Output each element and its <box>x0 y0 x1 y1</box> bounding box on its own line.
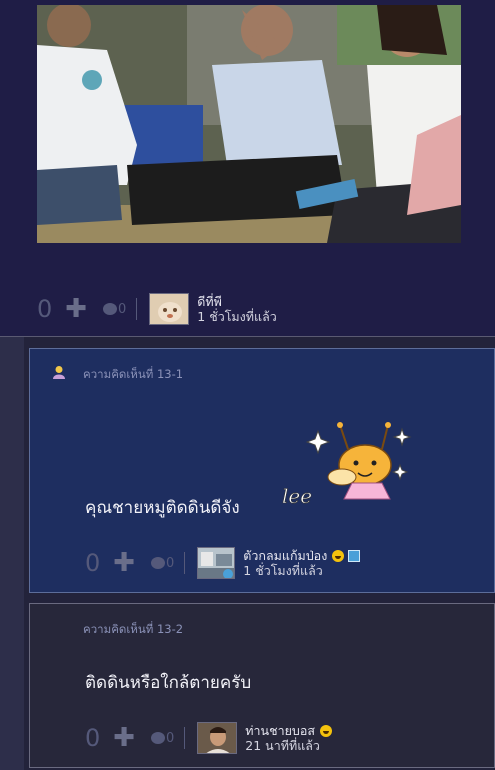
comment-label: ความคิดเห็นที่ 13-1 <box>83 367 184 381</box>
author-name[interactable]: ท่านชายบอส <box>245 723 315 738</box>
like-count: 0 <box>85 724 101 752</box>
plus-icon[interactable]: ✚ <box>111 723 137 753</box>
smiley-emoji-icon <box>319 724 332 737</box>
comment-footer: 0 ✚ 0 ท่านชายบอส 21 นาทีที่แล้ว <box>85 720 332 756</box>
time-ago: 1 ชั่วโมงที่แล้ว <box>243 563 323 578</box>
comment-text: คุณชายหมูติดดินดีจัง <box>85 498 240 518</box>
sticker-image: lee <box>270 417 420 517</box>
badge-icon <box>348 549 361 562</box>
comment-card: ความคิดเห็นที่ 13-1 คุณชายหมูติดดินดีจัง… <box>29 348 495 593</box>
avatar[interactable] <box>149 293 190 325</box>
left-gutter <box>0 337 24 770</box>
comment-footer: 0 ✚ 0 ตัวกลมแก้มป่อง 1 ชั่วโมงที่แล้ว <box>85 545 361 581</box>
like-count: 0 <box>85 549 101 577</box>
emotion-icon <box>103 303 117 315</box>
emotion-count: 0 <box>118 301 127 317</box>
emotion-icon <box>151 732 165 744</box>
member-icon <box>52 364 66 379</box>
sticker-text: lee <box>282 484 312 508</box>
emotion-count: 0 <box>166 555 175 571</box>
plus-icon[interactable]: ✚ <box>111 548 137 578</box>
plus-icon[interactable]: ✚ <box>63 294 89 324</box>
divider <box>136 298 138 320</box>
divider <box>184 552 186 574</box>
post-footer: 0 ✚ 0 ดีที่พี 1 ชั่วโมงที่แล้ว <box>37 291 277 327</box>
emotion-icon <box>151 557 165 569</box>
emotion-button[interactable]: 0 <box>103 302 126 317</box>
photo-illustration <box>37 5 461 243</box>
divider <box>184 727 186 749</box>
post-photo[interactable] <box>37 5 461 243</box>
avatar[interactable] <box>197 722 238 754</box>
avatar[interactable] <box>197 547 236 579</box>
emotion-count: 0 <box>166 730 175 746</box>
comment-label: ความคิดเห็นที่ 13-2 <box>83 622 184 636</box>
comment-text: ติดดินหรือใกล้ตายครับ <box>85 673 252 693</box>
author-name[interactable]: ดีที่พี <box>197 294 276 309</box>
avatar-image <box>198 548 235 578</box>
author-info: ดีที่พี 1 ชั่วโมงที่แล้ว <box>197 294 276 324</box>
emotion-button[interactable]: 0 <box>151 556 174 571</box>
time-ago: 1 ชั่วโมงที่แล้ว <box>197 309 277 324</box>
post-card: 0 ✚ 0 ดีที่พี 1 ชั่วโมงที่แล้ว <box>0 0 495 337</box>
avatar-image <box>150 294 189 324</box>
like-count: 0 <box>37 295 53 323</box>
time-ago: 21 นาทีที่แล้ว <box>245 738 320 753</box>
author-name[interactable]: ตัวกลมแก้มป่อง <box>243 548 327 563</box>
author-info: ตัวกลมแก้มป่อง 1 ชั่วโมงที่แล้ว <box>243 548 361 578</box>
comment-card: ความคิดเห็นที่ 13-2 ติดดินหรือใกล้ตายครั… <box>29 603 495 768</box>
emotion-button[interactable]: 0 <box>151 731 174 746</box>
avatar-image <box>198 723 237 753</box>
smiley-emoji-icon <box>332 549 345 562</box>
author-info: ท่านชายบอส 21 นาทีที่แล้ว <box>245 723 332 753</box>
